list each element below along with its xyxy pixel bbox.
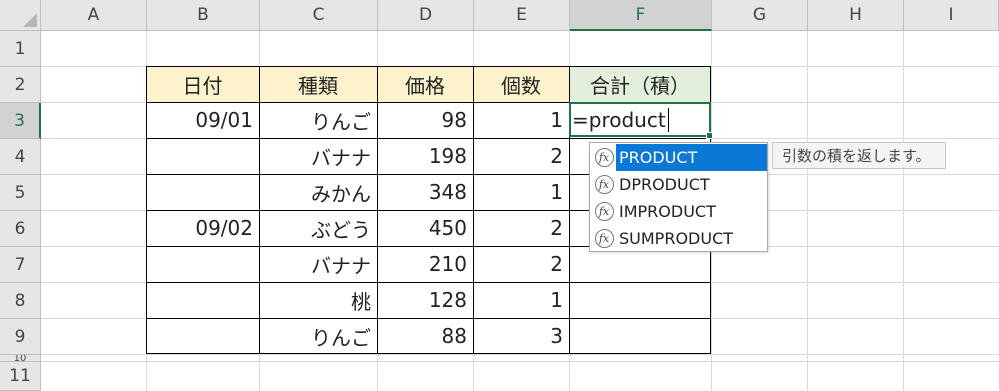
function-fx-icon: fx <box>592 144 616 171</box>
autocomplete-item-product[interactable]: fx PRODUCT <box>592 144 767 171</box>
column-header-e[interactable]: E <box>474 0 570 31</box>
row-header-6[interactable]: 6 <box>0 211 41 247</box>
function-fx-icon: fx <box>592 198 616 225</box>
column-header-a[interactable]: A <box>41 0 147 31</box>
function-description-tooltip: 引数の積を返します。 <box>772 142 946 169</box>
select-all-corner[interactable] <box>0 0 41 31</box>
autocomplete-item-improduct[interactable]: fx IMPRODUCT <box>592 198 767 225</box>
row-header-7[interactable]: 7 <box>0 247 41 283</box>
column-header-c[interactable]: C <box>260 0 378 31</box>
column-header-i[interactable]: I <box>904 0 999 31</box>
function-autocomplete-list[interactable]: fx PRODUCT fx DPRODUCT fx IMPRODUCT fx S… <box>589 142 768 252</box>
column-header-d[interactable]: D <box>378 0 474 31</box>
row-header-10[interactable]: 10 <box>0 355 41 362</box>
fill-handle[interactable] <box>706 132 713 139</box>
function-fx-icon: fx <box>592 225 616 252</box>
autocomplete-item-label: DPRODUCT <box>619 175 710 194</box>
row-header-11[interactable]: 11 <box>0 362 41 391</box>
column-header-g[interactable]: G <box>712 0 808 31</box>
cell-edit-text[interactable]: =product <box>572 104 669 136</box>
autocomplete-item-label: PRODUCT <box>616 144 767 171</box>
text-caret <box>667 108 669 132</box>
row-header-5[interactable]: 5 <box>0 175 41 211</box>
row-header-1[interactable]: 1 <box>0 31 41 67</box>
autocomplete-item-label: IMPRODUCT <box>619 202 716 221</box>
row-header-8[interactable]: 8 <box>0 283 41 319</box>
autocomplete-item-sumproduct[interactable]: fx SUMPRODUCT <box>592 225 767 252</box>
row-header-4[interactable]: 4 <box>0 139 41 175</box>
function-fx-icon: fx <box>592 171 616 198</box>
formula-input-text: =product <box>572 108 666 132</box>
row-header-9[interactable]: 9 <box>0 319 41 355</box>
row-header-3[interactable]: 3 <box>0 103 41 139</box>
column-header-f[interactable]: F <box>570 0 712 31</box>
autocomplete-item-dproduct[interactable]: fx DPRODUCT <box>592 171 767 198</box>
row-header-2[interactable]: 2 <box>0 67 41 103</box>
column-header-b[interactable]: B <box>147 0 260 31</box>
autocomplete-item-label: SUMPRODUCT <box>619 229 734 248</box>
column-header-h[interactable]: H <box>808 0 904 31</box>
